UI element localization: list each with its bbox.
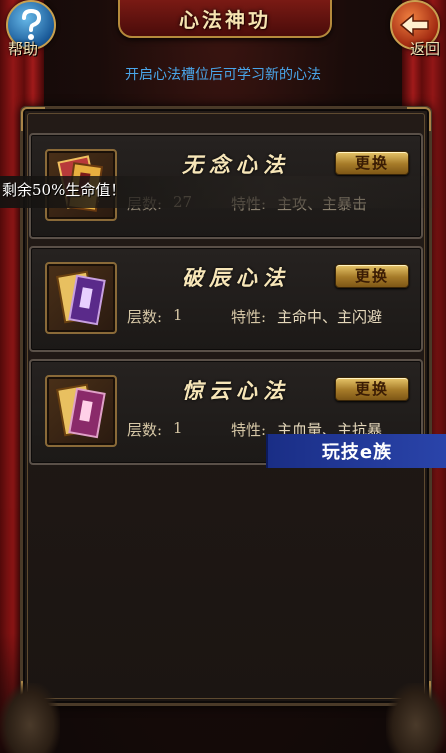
skill-name: 惊云心法 [182,378,290,403]
swap-button[interactable]: 更换 [335,377,409,401]
scroll-book-icon [45,262,117,334]
swap-button[interactable]: 更换 [335,151,409,175]
scroll-book-icon [45,149,117,221]
corner-ornament [21,107,45,131]
back-label[interactable]: 返回 [410,38,440,59]
trait-label: 特性: [231,421,267,439]
trait-label: 特性: [231,195,267,213]
skill-stats: 层数: 27 特性: 主攻、主暴击 [127,193,411,217]
watermark-text: 玩技e族 [321,442,393,463]
skill-stats: 层数: 1 特性: 主命中、主闪避 [127,306,411,330]
header: 帮助 心法神功 返回 [0,0,446,59]
title-plate: 心法神功 [118,0,332,38]
layer-label: 层数: [127,421,163,439]
trait-value: 主攻、主暴击 [277,195,368,213]
bottom-left-ornament [0,683,60,753]
slot-hint: 开启心法槽位后可学习新的心法 [125,67,321,83]
swap-button[interactable]: 更换 [335,264,409,288]
scroll-book-icon [45,375,117,447]
layer-value: 1 [173,419,183,437]
game-screen: 帮助 心法神功 返回 开启心法槽位后可学习新的心法 无念心法 更换 层数: 27… [0,0,446,753]
trait-value: 主命中、主闪避 [277,308,383,326]
layer-value: 1 [173,306,183,324]
layer-label: 层数: [127,308,163,326]
question-mark-icon [16,8,46,42]
skill-name: 无念心法 [182,152,290,177]
back-arrow-icon [399,12,431,38]
skill-panel: 无念心法 更换 层数: 27 特性: 主攻、主暴击 破辰心法 更换 层数: 1 … [20,106,432,706]
watermark-logo: 玩技e族 [266,434,446,468]
trait-label: 特性: [231,308,267,326]
layer-label: 层数: [127,195,163,213]
corner-ornament [407,107,431,131]
skill-card[interactable]: 破辰心法 更换 层数: 1 特性: 主命中、主闪避 [29,246,423,352]
page-title: 心法神功 [179,7,271,32]
skill-card[interactable]: 无念心法 更换 层数: 27 特性: 主攻、主暴击 [29,133,423,239]
layer-value: 27 [173,193,193,211]
skill-name: 破辰心法 [182,265,290,290]
help-label[interactable]: 帮助 [8,38,38,59]
bottom-right-ornament [386,683,446,753]
